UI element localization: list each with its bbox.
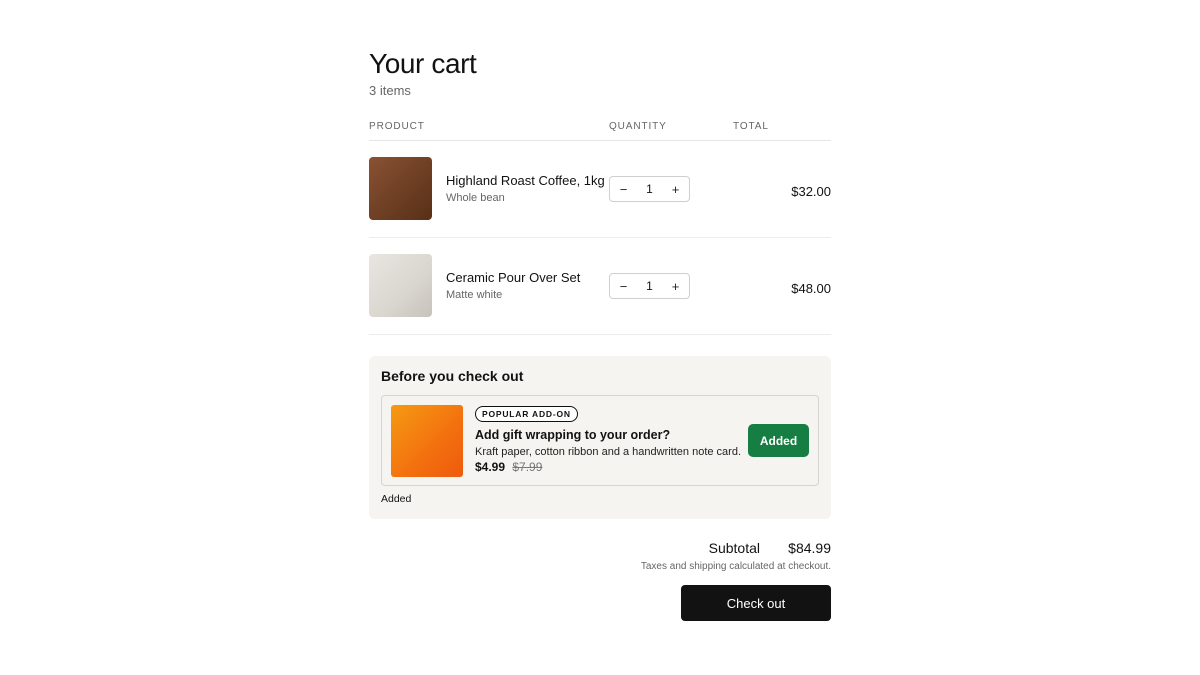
table-header: Product Quantity Total: [369, 121, 831, 141]
product-variant: Matte white: [446, 289, 503, 301]
page-title: Your cart: [369, 48, 477, 79]
line-total: $32.00: [791, 184, 831, 199]
offer-status: Added: [381, 493, 412, 505]
decrement-button[interactable]: −: [610, 274, 637, 298]
line-total: $48.00: [791, 281, 831, 296]
quantity-value[interactable]: 1: [637, 182, 662, 196]
offer-price: $4.99 $7.99: [475, 460, 542, 474]
product-name: Highland Roast Coffee, 1kg: [446, 173, 605, 188]
subtotal-label: Subtotal: [708, 540, 760, 556]
offer-image: [391, 405, 463, 477]
product-name: Ceramic Pour Over Set: [446, 270, 581, 285]
column-header-total: Total: [733, 121, 769, 132]
cart-container: Your cart 3 items Product Quantity Total…: [369, 48, 831, 629]
column-header-product: Product: [369, 121, 425, 132]
added-button[interactable]: Added: [748, 424, 809, 457]
upsell-panel: Before you check out POPULAR ADD-ON Add …: [369, 356, 831, 519]
offer-description: Kraft paper, cotton ribbon and a handwri…: [475, 446, 742, 458]
cart-row: Ceramic Pour Over Set Matte white − 1 + …: [369, 238, 831, 335]
item-count: 3 items: [369, 83, 411, 98]
column-header-quantity: Quantity: [609, 121, 667, 132]
order-summary: Subtotal $84.99 Taxes and shipping calcu…: [369, 519, 831, 629]
increment-button[interactable]: +: [662, 274, 689, 298]
checkout-button[interactable]: Check out: [681, 585, 831, 621]
decrement-button[interactable]: −: [610, 177, 637, 201]
upsell-heading: Before you check out: [381, 368, 524, 384]
subtotal-value: $84.99: [788, 540, 831, 556]
quantity-value[interactable]: 1: [637, 279, 662, 293]
quantity-stepper: − 1 +: [609, 273, 690, 299]
offer-title: Add gift wrapping to your order?: [475, 428, 671, 442]
offer-original-price: $7.99: [512, 460, 543, 474]
product-variant: Whole bean: [446, 192, 505, 204]
tax-note: Taxes and shipping calculated at checkou…: [640, 561, 831, 572]
quantity-stepper: − 1 +: [609, 176, 690, 202]
offer-current-price: $4.99: [475, 460, 506, 474]
gift-wrap-offer: POPULAR ADD-ON Add gift wrapping to your…: [381, 395, 819, 486]
popular-badge: POPULAR ADD-ON: [475, 406, 578, 422]
increment-button[interactable]: +: [662, 177, 689, 201]
cart-row: Highland Roast Coffee, 1kg Whole bean − …: [369, 141, 831, 238]
product-image: [369, 157, 432, 220]
product-image: [369, 254, 432, 317]
